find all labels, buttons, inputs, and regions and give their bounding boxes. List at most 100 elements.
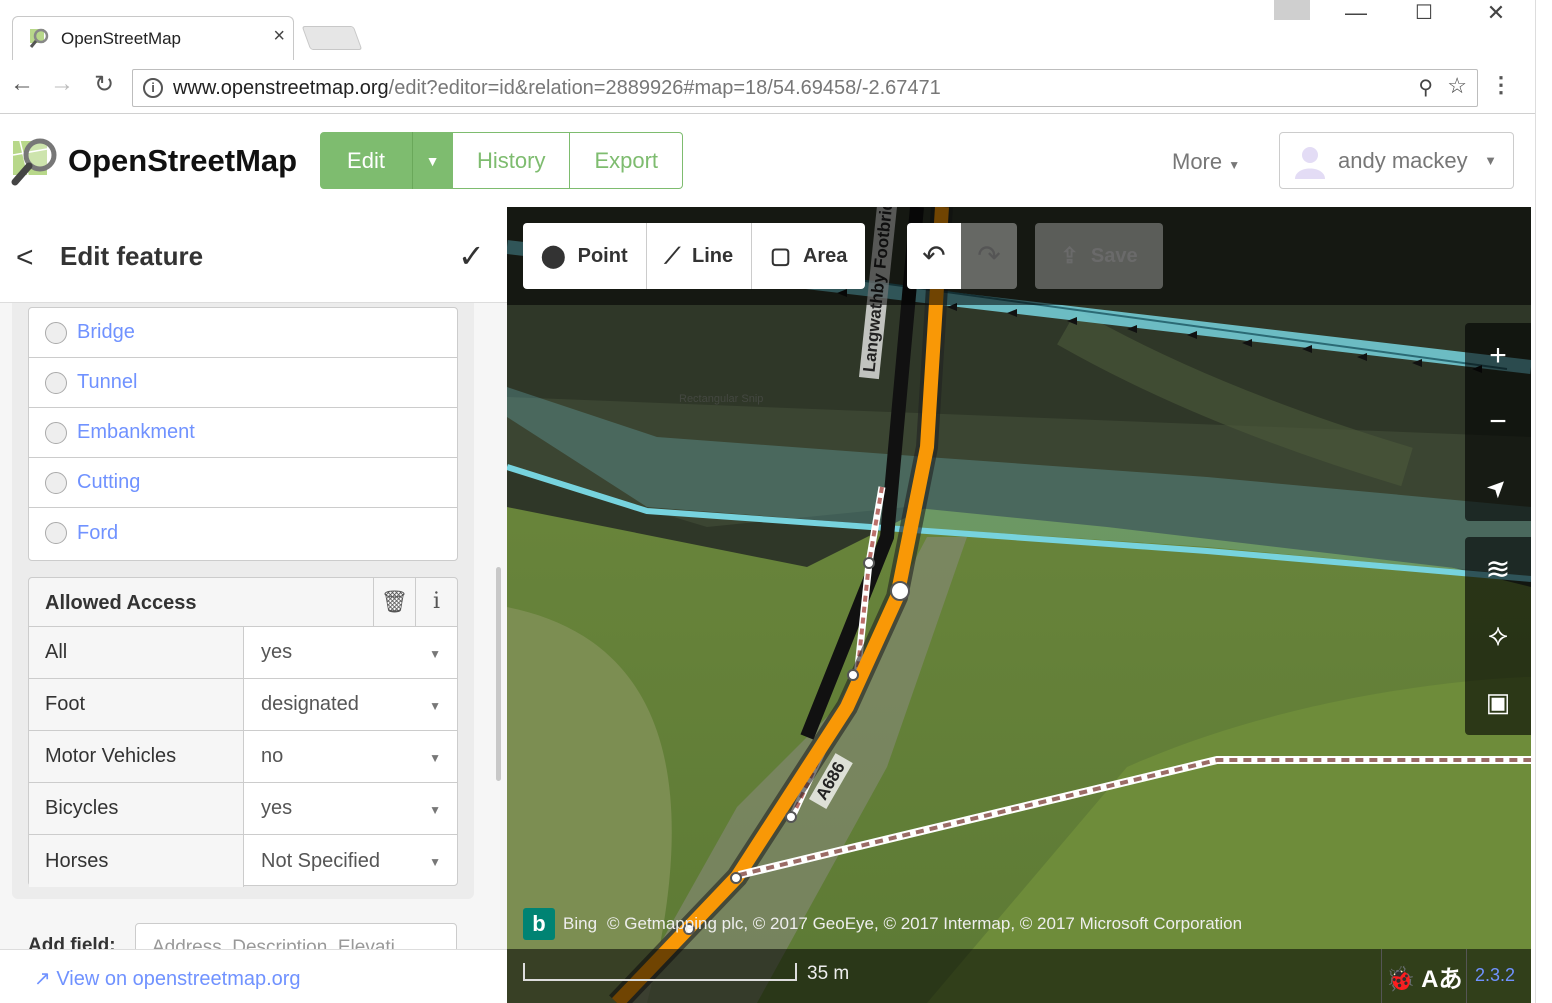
area-label: Area — [802, 244, 848, 267]
osm-logo-icon[interactable] — [10, 135, 62, 187]
radio-option-embankment[interactable]: Embankment — [29, 408, 457, 458]
radio-label: Ford — [77, 521, 119, 544]
map-data-icon[interactable]: ⟡ — [1465, 603, 1531, 669]
radio-button[interactable] — [45, 421, 67, 444]
maximize-icon[interactable]: ☐ — [1404, 0, 1444, 25]
editor-sidebar: < Edit feature ✓ Bridge Tunnel Embankmen… — [0, 207, 507, 1003]
more-menu-button[interactable]: More ▼ — [1172, 149, 1240, 175]
osm-favicon-icon — [29, 28, 49, 48]
access-key: Foot — [29, 679, 244, 730]
main-nav: Edit ▼ History Export — [320, 132, 684, 189]
access-row-horses: Horses Not Specified ▼ — [29, 835, 457, 887]
forward-arrow-icon[interactable]: → — [46, 70, 78, 98]
back-arrow-icon[interactable]: ← — [6, 70, 38, 98]
radio-option-bridge[interactable]: Bridge — [29, 308, 457, 358]
area-icon: ▢ — [770, 243, 791, 268]
user-menu-button[interactable]: andy mackey ▼ — [1279, 132, 1514, 189]
help-icon[interactable]: ▣ — [1465, 669, 1531, 735]
bing-logo-icon[interactable]: b — [523, 908, 555, 940]
address-bar[interactable]: i www.openstreetmap.org/edit?editor=id&r… — [132, 69, 1478, 107]
more-caret-icon: ▼ — [1228, 158, 1241, 172]
bookmark-star-icon[interactable]: ☆ — [1447, 73, 1467, 99]
trash-icon[interactable]: 🗑 — [373, 578, 415, 626]
external-link-icon: ↗ — [34, 968, 51, 990]
url-path: /edit?editor=id&relation=2889926#map=18/… — [388, 77, 941, 99]
profile-icon[interactable] — [1274, 0, 1310, 20]
version-link[interactable]: 2.3.2 — [1475, 965, 1515, 986]
browser-toolbar: ← → ↻ i www.openstreetmap.org/edit?edito… — [0, 60, 1535, 114]
back-chevron-icon[interactable]: < — [16, 241, 34, 275]
user-name: andy mackey — [1338, 148, 1468, 173]
redo-button[interactable]: ↷ — [961, 223, 1017, 289]
undo-button[interactable]: ↶ — [907, 223, 961, 289]
scale-bar[interactable] — [523, 963, 797, 981]
upload-icon: ⇪ — [1060, 243, 1079, 268]
add-field-input[interactable]: Address, Description, Elevati ▼ — [135, 923, 457, 949]
window-edge — [1535, 0, 1552, 1003]
access-key: Bicycles — [29, 783, 244, 834]
brand-name[interactable]: OpenStreetMap — [68, 143, 297, 179]
sidebar-scroll-area[interactable]: Bridge Tunnel Embankment Cutting Ford Al… — [0, 303, 507, 949]
edit-dropdown-icon[interactable]: ▼ — [412, 132, 452, 189]
sidebar-footer: ↗ View on openstreetmap.org — [0, 949, 507, 1003]
access-value-combo[interactable]: yes ▼ — [244, 783, 457, 834]
radio-option-ford[interactable]: Ford — [29, 508, 457, 558]
edit-button[interactable]: Edit — [320, 132, 412, 189]
access-value-combo[interactable]: no ▼ — [244, 731, 457, 782]
radio-button[interactable] — [45, 371, 67, 394]
layers-icon[interactable]: ≋ — [1465, 537, 1531, 603]
structure-radio-group: Bridge Tunnel Embankment Cutting Ford — [28, 307, 458, 561]
zoom-icon[interactable]: ⚲ — [1418, 75, 1433, 100]
add-point-button[interactable]: ⬤ Point — [523, 223, 647, 289]
snip-watermark: Rectangular Snip — [679, 393, 764, 405]
history-button[interactable]: History — [452, 132, 571, 189]
access-row-all: All yes ▼ — [29, 627, 457, 679]
add-area-button[interactable]: ▢ Area — [752, 223, 865, 289]
url-text: www.openstreetmap.org/edit?editor=id&rel… — [173, 77, 941, 100]
access-value-combo[interactable]: Not Specified ▼ — [244, 835, 457, 887]
issues-and-language-icons[interactable]: 🐞 Aあ — [1381, 949, 1467, 1003]
chevron-down-icon: ▼ — [429, 699, 441, 713]
access-value-combo[interactable]: yes ▼ — [244, 627, 457, 678]
zoom-in-button[interactable]: + — [1465, 323, 1531, 389]
sidebar-scrollbar[interactable] — [496, 567, 501, 781]
line-label: Line — [692, 244, 734, 267]
info-icon[interactable]: i — [415, 578, 457, 626]
new-tab-button[interactable] — [301, 26, 363, 50]
access-row-bicycles: Bicycles yes ▼ — [29, 783, 457, 835]
pin-icon: ⬤ — [541, 243, 566, 268]
done-check-icon[interactable]: ✓ — [458, 237, 485, 275]
url-domain: www.openstreetmap.org — [173, 77, 389, 99]
access-key: Motor Vehicles — [29, 731, 244, 782]
view-on-osm-link[interactable]: ↗ View on openstreetmap.org — [34, 966, 301, 991]
add-line-button[interactable]: ⟋ Line — [647, 223, 753, 289]
aerial-imagery — [507, 207, 1531, 1003]
map-canvas[interactable]: Langwathby Footbridge A686 Rectangular S… — [507, 207, 1531, 1003]
zoom-controls: + − ➤ — [1465, 323, 1531, 521]
browser-tab[interactable]: OpenStreetMap × — [12, 16, 294, 60]
export-button[interactable]: Export — [570, 132, 684, 189]
radio-button[interactable] — [45, 321, 67, 344]
map-panel-controls: ≋ ⟡ ▣ — [1465, 537, 1531, 735]
tab-title: OpenStreetMap — [61, 29, 182, 48]
minimize-icon[interactable]: — — [1336, 0, 1376, 26]
access-key: All — [29, 627, 244, 678]
site-info-icon[interactable]: i — [143, 78, 163, 98]
map-top-toolbar: ⬤ Point ⟋ Line ▢ Area ↶ ↷ ⇪ Save — [507, 207, 1531, 305]
reload-icon[interactable]: ↻ — [88, 70, 120, 99]
access-value: designated — [261, 693, 359, 715]
sidebar-title: Edit feature — [60, 241, 204, 271]
radio-button[interactable] — [45, 471, 67, 494]
close-window-icon[interactable]: ✕ — [1476, 0, 1516, 26]
osm-header: OpenStreetMap Edit ▼ History Export More… — [0, 115, 1535, 207]
allowed-access-header: Allowed Access 🗑 i — [28, 577, 458, 627]
access-value-combo[interactable]: designated ▼ — [244, 679, 457, 730]
browser-menu-icon[interactable]: ⋮ — [1490, 72, 1512, 98]
radio-button[interactable] — [45, 522, 67, 544]
access-value: no — [261, 745, 284, 767]
tab-close-icon[interactable]: × — [273, 25, 285, 48]
radio-option-cutting[interactable]: Cutting — [29, 458, 457, 508]
radio-option-tunnel[interactable]: Tunnel — [29, 358, 457, 408]
add-feature-tools: ⬤ Point ⟋ Line ▢ Area — [523, 223, 866, 289]
save-button[interactable]: ⇪ Save — [1035, 223, 1163, 289]
